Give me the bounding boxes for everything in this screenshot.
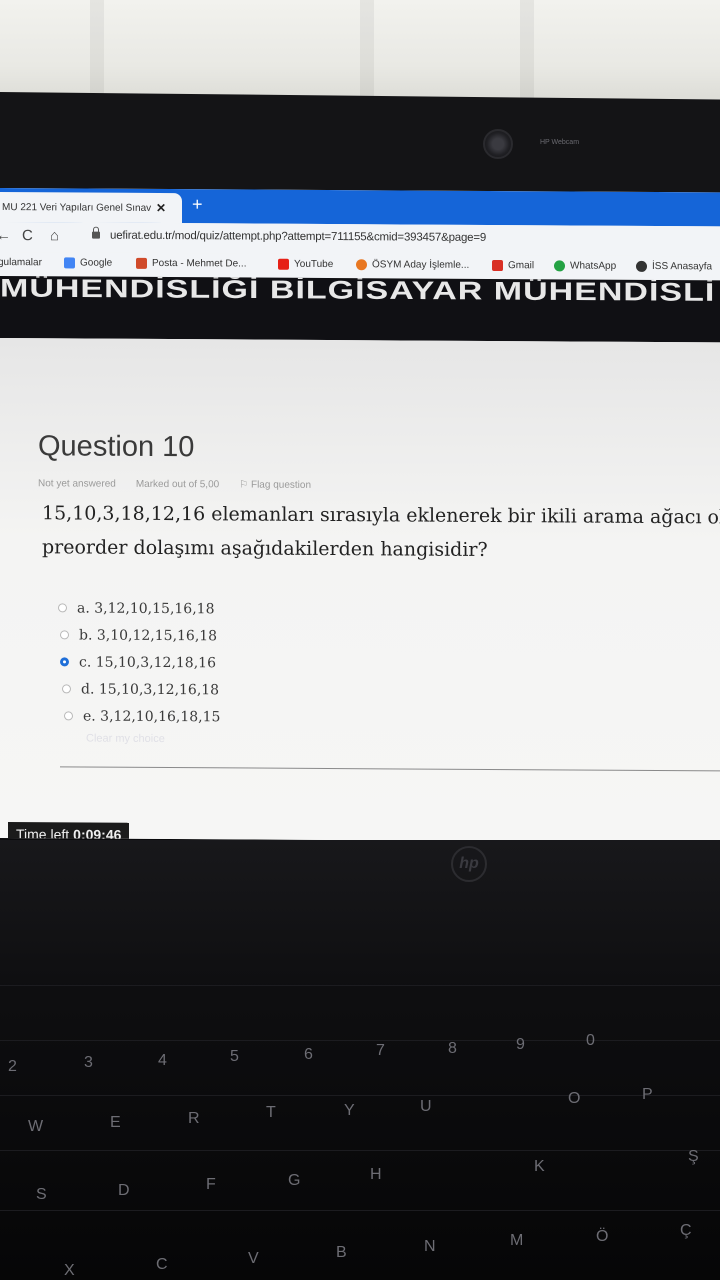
reload-icon[interactable]: C: [22, 227, 33, 244]
radio-button-selected[interactable]: [60, 657, 69, 667]
question-mark: Marked out of 5,00: [135, 478, 220, 491]
gmail-icon: [492, 260, 503, 272]
keyboard-key: 2: [8, 1058, 17, 1075]
bookmark-item[interactable]: Posta - Mehmet De...: [136, 257, 246, 270]
keyboard-key: V: [248, 1250, 259, 1267]
divider: [60, 766, 720, 772]
radio-button[interactable]: [62, 684, 71, 694]
keyboard-key: P: [642, 1086, 653, 1103]
youtube-icon: [278, 258, 289, 270]
question-text-line: preorder dolaşımı aşağıdakilerden hangis…: [42, 536, 488, 561]
laptop-bezel: [0, 92, 720, 204]
key-row-divider: [0, 1095, 720, 1096]
answer-list: a. 3,12,10,15,16,18 b. 3,10,12,15,16,18 …: [58, 594, 220, 730]
question-title: Question 10: [38, 430, 195, 464]
key-row-divider: [0, 985, 720, 986]
question-text: 15,10,3,18,12,16 elemanları sırasıyla ek…: [42, 496, 720, 568]
keyboard-key: N: [424, 1238, 436, 1255]
keyboard-key: E: [110, 1114, 121, 1131]
key-row-divider: [0, 1040, 720, 1041]
keyboard-key: 9: [516, 1036, 525, 1053]
bookmark-item[interactable]: WhatsApp: [554, 260, 616, 272]
keyboard-key: D: [118, 1182, 130, 1199]
banner-text: MÜHENDİSLİĞİ BİLGİSAYAR MÜHENDİSLİ: [0, 276, 716, 307]
tab-title: MU 221 Veri Yapıları Genel Sınav: [2, 201, 152, 214]
radio-button[interactable]: [58, 603, 67, 613]
curtain-fold: [520, 0, 534, 110]
question-text-line: 15,10,3,18,12,16 elemanları sırasıyla ek…: [42, 502, 720, 529]
keyboard-key: F: [206, 1176, 216, 1193]
hp-logo-icon: hp: [451, 846, 487, 882]
keyboard-key: H: [370, 1166, 382, 1183]
close-icon[interactable]: ✕: [156, 201, 166, 215]
key-row-divider: [0, 1210, 720, 1211]
keyboard-key: Ş: [688, 1148, 699, 1165]
keyboard-key: U: [420, 1098, 432, 1115]
bookmark-item[interactable]: ÖSYM Aday İşlemle...: [356, 259, 469, 271]
answer-option-a[interactable]: a. 3,12,10,15,16,18: [58, 594, 220, 622]
keyboard-key: R: [188, 1110, 200, 1127]
keyboard-key: 8: [448, 1040, 457, 1057]
keyboard-key: T: [266, 1104, 276, 1121]
site-banner: MÜHENDİSLİĞİ BİLGİSAYAR MÜHENDİSLİ: [0, 276, 720, 343]
keyboard-key: C: [156, 1256, 168, 1273]
laptop-screen: MU 221 Veri Yapıları Genel Sınav ✕ + ← C…: [0, 188, 720, 843]
laptop-keyboard-area: [0, 840, 720, 1280]
curtain-fold: [360, 0, 374, 110]
webcam-icon: [483, 129, 513, 159]
bookmark-item[interactable]: YouTube: [278, 258, 333, 270]
keyboard-key: Y: [344, 1102, 355, 1119]
quiz-content: Question 10 Not yet answered Marked out …: [0, 338, 720, 843]
lock-icon: [92, 231, 100, 239]
webcam-label: HP Webcam: [540, 139, 580, 146]
keyboard-key: Ç: [680, 1222, 692, 1239]
bookmark-label: gulamalar: [0, 256, 42, 269]
answer-option-e[interactable]: e. 3,12,10,16,18,15: [64, 702, 220, 730]
question-status: Not yet answered: [38, 478, 116, 490]
browser-tab[interactable]: MU 221 Veri Yapıları Genel Sınav ✕: [0, 192, 182, 224]
home-icon[interactable]: ⌂: [50, 227, 59, 244]
key-row-divider: [0, 1150, 720, 1151]
keyboard-key: Ö: [596, 1228, 609, 1245]
keyboard-key: 7: [376, 1042, 385, 1059]
keyboard-key: S: [36, 1186, 47, 1203]
flag-icon: ⚐: [239, 479, 251, 491]
radio-button[interactable]: [64, 711, 73, 721]
keyboard-key: X: [64, 1262, 75, 1279]
keyboard-key: B: [336, 1244, 347, 1261]
new-tab-button[interactable]: +: [192, 194, 203, 215]
osym-icon: [356, 259, 367, 271]
back-arrow-icon[interactable]: ←: [0, 227, 11, 244]
address-bar[interactable]: uefirat.edu.tr/mod/quiz/attempt.php?atte…: [110, 230, 486, 244]
radio-button[interactable]: [60, 630, 69, 640]
keyboard-key: 4: [158, 1052, 167, 1069]
keyboard-key: W: [28, 1118, 44, 1135]
bookmark-item[interactable]: Gmail: [492, 260, 534, 271]
answer-option-d[interactable]: d. 15,10,3,12,16,18: [62, 675, 220, 703]
globe-icon: [636, 260, 647, 272]
keyboard-key: M: [510, 1232, 524, 1249]
keyboard-key: 0: [586, 1032, 595, 1049]
question-info: Not yet answered Marked out of 5,00 ⚐ Fl…: [38, 478, 311, 491]
google-icon: [64, 257, 75, 269]
keyboard-key: 5: [230, 1048, 239, 1065]
keyboard-key: G: [288, 1172, 301, 1189]
bookmark-item[interactable]: İSS Anasayfa: [636, 260, 712, 272]
keyboard-key: O: [568, 1090, 581, 1107]
mail-grid-icon: [136, 257, 147, 269]
answer-option-b[interactable]: b. 3,10,12,15,16,18: [60, 621, 220, 649]
flag-question-link[interactable]: ⚐ Flag question: [239, 479, 311, 490]
whatsapp-icon: [554, 260, 565, 272]
bookmark-item[interactable]: gulamalar: [0, 257, 42, 268]
keyboard-key: 3: [84, 1054, 93, 1071]
keyboard-key: 6: [304, 1046, 313, 1063]
bookmark-item[interactable]: Google: [64, 257, 112, 269]
answer-option-c[interactable]: c. 15,10,3,12,18,16: [60, 648, 220, 676]
browser-toolbar: ← C ⌂ uefirat.edu.tr/mod/quiz/attempt.ph…: [0, 222, 720, 257]
keyboard-key: K: [534, 1158, 545, 1175]
tab-bar: MU 221 Veri Yapıları Genel Sınav ✕ +: [0, 188, 720, 227]
clear-choice-link[interactable]: Clear my choice: [86, 733, 165, 745]
